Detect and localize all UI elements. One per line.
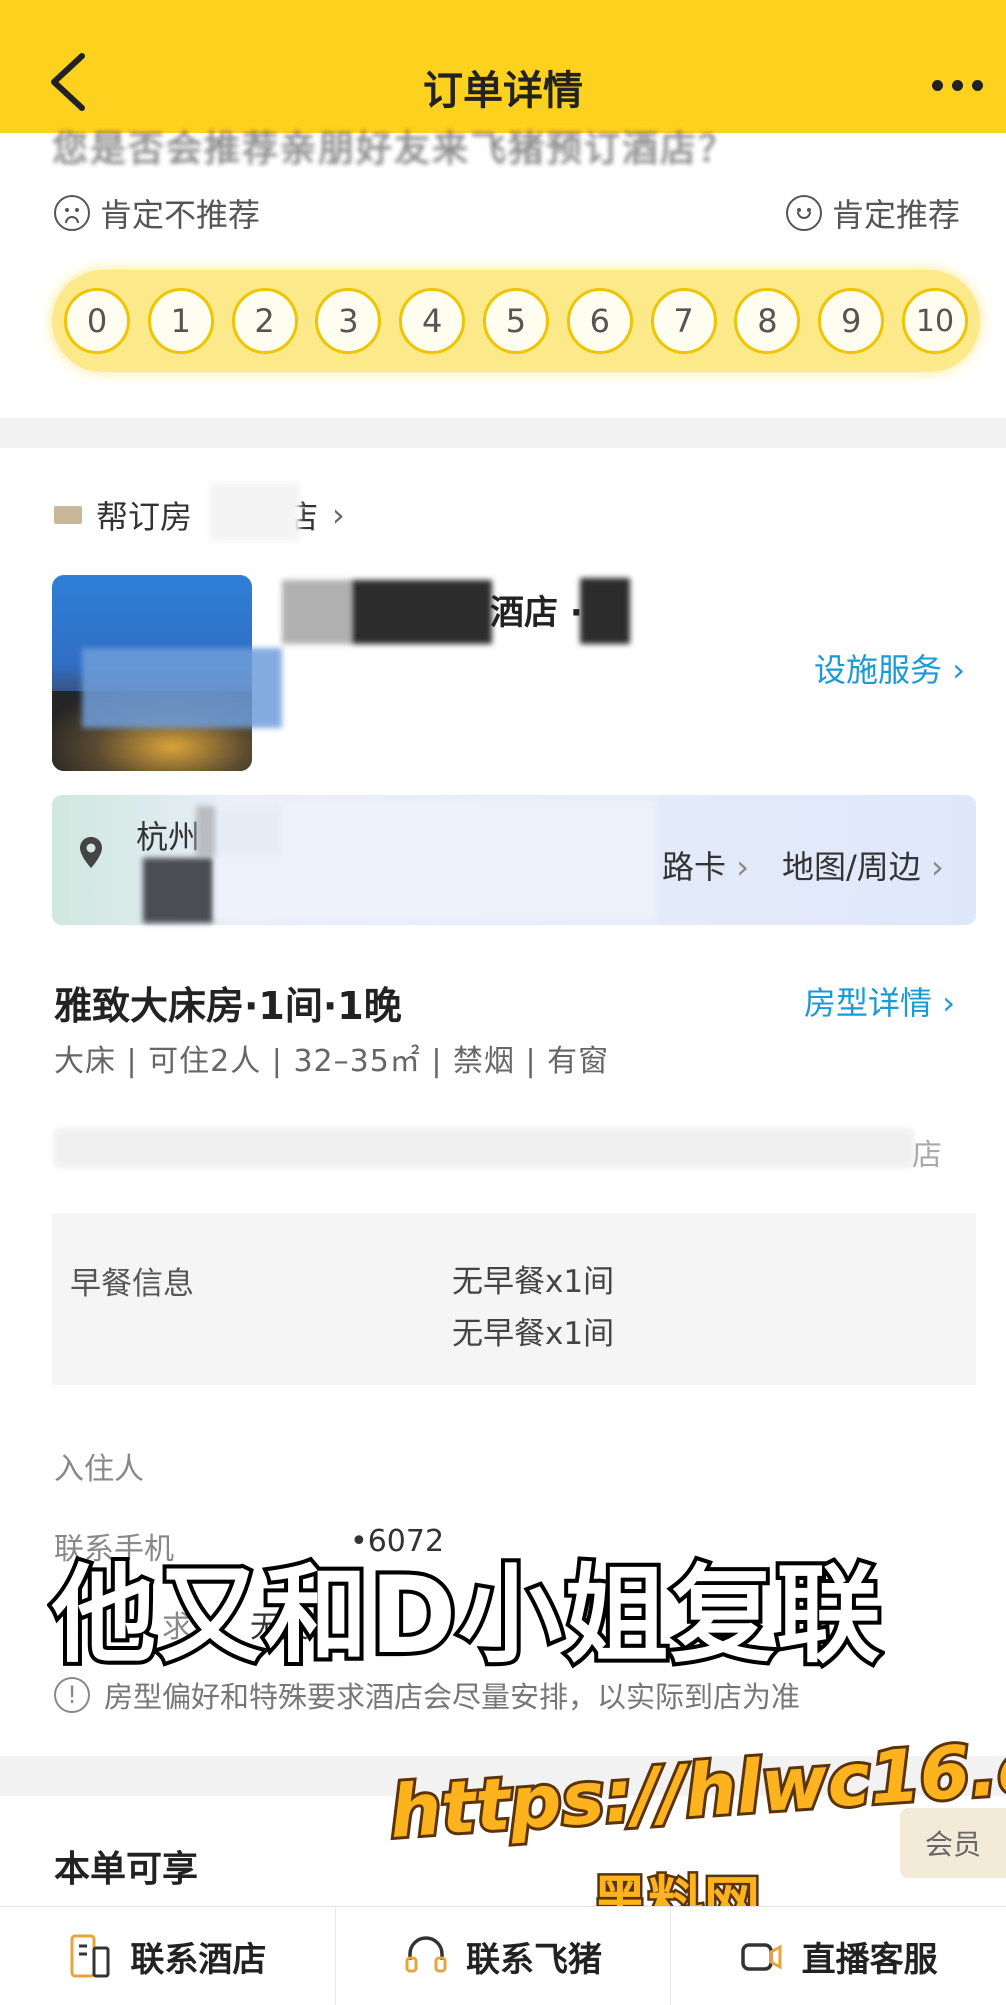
shop-link[interactable]: 帮订房 营店 › bbox=[54, 492, 345, 538]
headset-icon bbox=[405, 1936, 447, 1973]
live-service-button[interactable]: 直播客服 bbox=[671, 1907, 1006, 2005]
sad-face-icon bbox=[54, 195, 90, 231]
benefits-title: 本单可享 bbox=[54, 1849, 199, 1890]
breakfast-value: 无早餐x1间 bbox=[452, 1316, 615, 1352]
happy-face-icon bbox=[786, 195, 822, 231]
video-camera-icon bbox=[740, 1943, 782, 1971]
page-title: 订单详情 bbox=[423, 68, 583, 114]
hotel-name: 酒店 · bbox=[490, 593, 583, 633]
redaction-blur bbox=[143, 858, 213, 923]
redaction-blur bbox=[580, 578, 630, 644]
breakfast-label: 早餐信息 bbox=[70, 1266, 194, 1302]
redaction-blur bbox=[54, 1128, 914, 1168]
guest-label: 入住人 bbox=[54, 1452, 144, 1487]
rating-option[interactable]: 3 bbox=[315, 288, 382, 354]
contact-fliggy-button[interactable]: 联系飞猪 bbox=[336, 1907, 672, 2005]
hotel-building-icon bbox=[70, 1934, 110, 1978]
rating-option[interactable]: 6 bbox=[566, 288, 633, 354]
rating-high-label: 肯定推荐 bbox=[786, 190, 960, 236]
chevron-right-icon: › bbox=[332, 496, 345, 534]
route-card-link[interactable]: 路卡 › bbox=[662, 842, 749, 888]
redaction-blur bbox=[215, 800, 655, 920]
rating-question: 您是否会推荐亲朋好友来飞猪预订酒店？ bbox=[52, 129, 737, 170]
rating-option[interactable]: 8 bbox=[734, 288, 801, 354]
rating-low-label: 肯定不推荐 bbox=[54, 190, 260, 236]
redaction-blur bbox=[352, 580, 492, 644]
map-nearby-link[interactable]: 地图/周边 › bbox=[782, 842, 944, 888]
video-caption-overlay: 他又和D小姐复联 bbox=[48, 1549, 884, 1682]
more-options-icon[interactable] bbox=[932, 80, 983, 91]
room-partial-text: 店 bbox=[912, 1138, 942, 1173]
rating-option[interactable]: 2 bbox=[231, 288, 298, 354]
redaction-blur bbox=[210, 482, 300, 542]
rating-option[interactable]: 4 bbox=[399, 288, 466, 354]
rating-option[interactable]: 10 bbox=[901, 288, 968, 354]
redaction-blur bbox=[82, 648, 282, 728]
rating-option[interactable]: 0 bbox=[64, 288, 130, 354]
bottom-action-bar: 联系酒店 联系飞猪 直播客服 bbox=[0, 1906, 1006, 2005]
rating-option[interactable]: 1 bbox=[147, 288, 214, 354]
facilities-link[interactable]: 设施服务 › bbox=[814, 645, 965, 691]
rating-scale: 0 1 2 3 4 5 6 7 8 9 10 bbox=[52, 270, 980, 372]
rating-option[interactable]: 7 bbox=[650, 288, 717, 354]
contact-hotel-button[interactable]: 联系酒店 bbox=[0, 1907, 336, 2005]
redaction-blur bbox=[282, 580, 352, 644]
room-title: 雅致大床房·1间·1晚 bbox=[54, 984, 402, 1028]
vip-badge[interactable]: 会员 bbox=[900, 1808, 1006, 1878]
rating-option[interactable]: 5 bbox=[482, 288, 549, 354]
room-specs: 大床 | 可住2人 | 32–35㎡ | 禁烟 | 有窗 bbox=[54, 1044, 610, 1079]
location-pin-icon bbox=[80, 837, 102, 868]
room-details-link[interactable]: 房型详情 › bbox=[804, 978, 955, 1024]
shop-icon bbox=[54, 506, 82, 524]
rating-option[interactable]: 9 bbox=[818, 288, 885, 354]
breakfast-value: 无早餐x1间 bbox=[452, 1264, 615, 1300]
